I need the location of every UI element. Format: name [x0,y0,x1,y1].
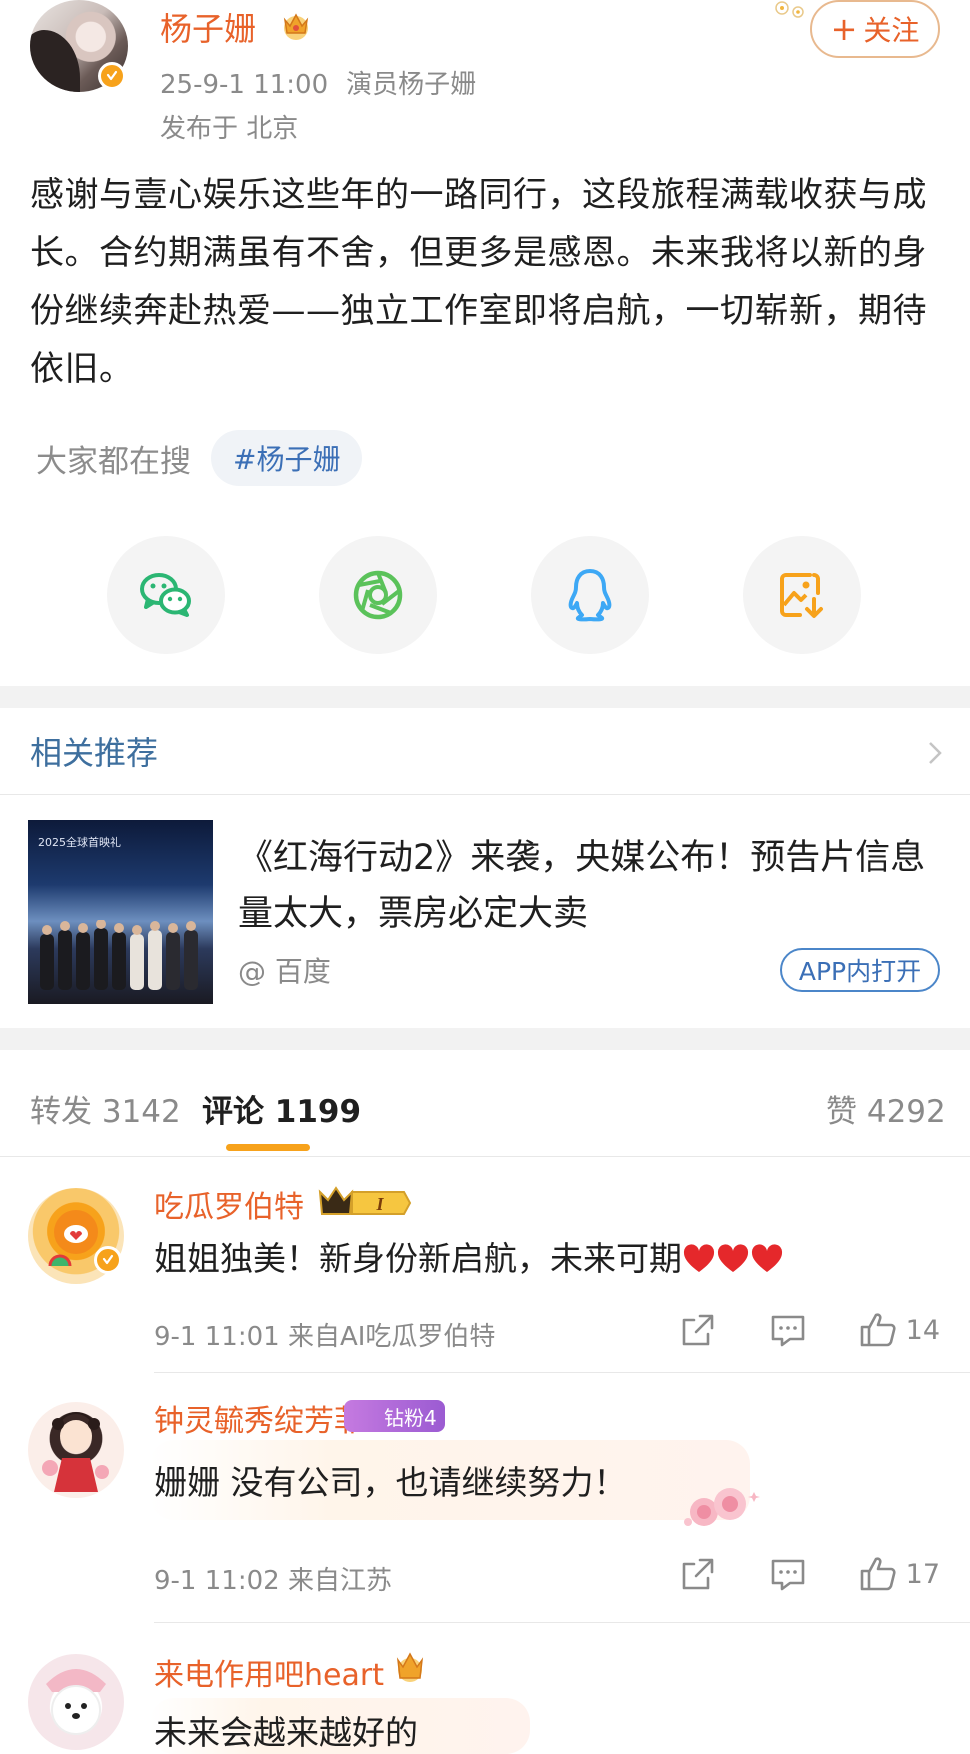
like-count: 14 [905,1314,940,1346]
author-name[interactable]: 杨子姗 [160,4,256,50]
wechat-icon [140,573,191,617]
post-text: 感谢与壹心娱乐这些年的一路同行，这段旅程满载收获与成长。合约期满虽有不舍，但更多… [30,175,927,389]
fan-level-badge: 钻粉4 [344,1400,445,1432]
share-qq-button[interactable] [531,536,649,654]
comment-text: 未来会越来越好的 [154,1713,418,1752]
share-moments-button[interactable] [319,536,437,654]
related-source: @ 百度 [238,950,331,990]
comment-text: 姐姐独美！新身份新启航，未来可期 [154,1232,784,1280]
post-date: 25-9-1 11:00 [160,70,329,100]
post-header: 杨子姗 25-9-1 11:00 演员杨子姗 发布于 北京 + 关注 [0,0,970,150]
moments-icon [353,570,403,620]
heart-emoji-icon [751,1244,783,1272]
at-icon: @ [238,955,266,988]
save-image-button[interactable] [743,536,861,654]
divider [0,794,970,795]
active-tab-indicator [226,1144,310,1151]
post-meta: 25-9-1 11:00 演员杨子姗 [160,64,476,101]
related-source-name: 百度 [274,955,331,988]
comment-time: 9-1 11:02 [154,1566,280,1596]
thumbnail-people-image [40,920,198,990]
rose-decoration-icon [684,1488,760,1526]
comment-bubble-icon [771,1315,804,1347]
reply-comment-button[interactable] [768,1554,808,1594]
tab-reposts-label: 转发 [30,1094,92,1130]
comment-actions: 17 [628,1554,940,1594]
tab-likes-count: 4292 [866,1094,946,1130]
fan-level-label: 钻粉4 [384,1405,437,1430]
section-divider [0,686,970,708]
share-arrow-icon [682,1558,713,1590]
commenter-name[interactable]: 吃瓜罗伯特 [154,1182,304,1226]
repost-comment-button[interactable] [678,1310,718,1350]
puppy-avatar-icon [46,1669,106,1735]
divider [0,1156,970,1157]
share-wechat-button[interactable] [107,536,225,654]
trending-search-row: 大家都在搜 #杨子姗 [36,430,363,486]
commenter-avatar[interactable] [28,1402,124,1498]
tab-comments-count: 1199 [274,1094,362,1130]
flower-decoration-icon [775,1,804,18]
vip-level-label: I [375,1194,384,1214]
verified-badge-icon [98,62,126,90]
comment-text-body: 姐姐独美！新身份新启航，未来可期 [154,1239,682,1278]
tab-likes[interactable]: 赞 4292 [826,1086,946,1131]
comment-item: 吃瓜罗伯特 I 姐姐独美！新身份新启航，未来可期 9-1 11:01 来自AI吃… [0,1180,970,1376]
comment-item: 来电作用吧heart 未来会越来越好的 [0,1646,970,1754]
commenter-name[interactable]: 钟灵毓秀绽芳菲 [154,1396,364,1440]
related-headline[interactable]: 《红海行动2》来袭，央媒公布！预告片信息量太大，票房必定大卖 [238,830,948,942]
open-in-app-button[interactable]: APP内打开 [780,948,940,992]
vip-crown-badge-icon: I [318,1186,412,1215]
comment-bubble-icon [771,1559,804,1591]
tab-comments[interactable]: 评论 1199 [202,1086,361,1131]
trending-search-label: 大家都在搜 [36,443,191,480]
follow-button[interactable]: + 关注 [810,0,940,58]
share-row [0,536,970,654]
reply-comment-button[interactable] [768,1310,808,1350]
related-thumbnail[interactable]: 2025全球首映礼 [28,820,213,1004]
comment-meta: 9-1 11:02 来自江苏 [154,1560,392,1597]
tab-reposts-count: 3142 [101,1094,181,1130]
thumbs-up-icon [860,1557,896,1591]
post-identity: 演员杨子姗 [346,70,477,100]
tab-comments-label: 评论 [202,1094,264,1130]
like-comment-button[interactable]: 14 [858,1310,940,1350]
thumbnail-caption: 2025全球首映礼 [38,836,121,849]
section-divider [0,1028,970,1050]
heart-emoji-icon [683,1244,715,1272]
like-count: 17 [905,1558,940,1590]
divider [154,1372,970,1373]
crown-icon [283,13,309,40]
divider [154,1622,970,1623]
chevron-right-icon[interactable] [926,740,944,766]
fan-crown-icon [396,1652,424,1682]
thumbs-up-icon [860,1313,896,1347]
comment-actions: 14 [628,1310,940,1350]
tab-reposts[interactable]: 转发 3142 [30,1086,181,1131]
commenter-name[interactable]: 来电作用吧heart [154,1650,384,1694]
follow-label: 关注 [863,14,920,47]
tab-likes-label: 赞 [826,1094,857,1130]
share-arrow-icon [682,1314,713,1346]
cartoon-girl-avatar-icon [42,1412,109,1492]
trending-search-tag[interactable]: #杨子姗 [211,430,363,486]
plus-icon: + [830,10,858,48]
like-comment-button[interactable]: 17 [858,1554,940,1594]
verified-badge-icon [94,1246,122,1274]
repost-comment-button[interactable] [678,1554,718,1594]
commenter-avatar[interactable] [28,1654,124,1750]
heart-emoji-icon [717,1244,749,1272]
comment-source: 来自AI吃瓜罗伯特 [287,1322,496,1352]
comment-source: 来自江苏 [287,1566,392,1596]
post-location: 发布于 北京 [160,114,299,144]
qq-icon [568,569,612,622]
comment-meta: 9-1 11:01 来自AI吃瓜罗伯特 [154,1316,495,1353]
comment-time: 9-1 11:01 [154,1322,280,1352]
comment-item: 钟灵毓秀绽芳菲 钻粉4 姗姗 没有公司，也请继续努力！ 9-1 11:02 来自… [0,1396,970,1626]
related-section-title: 相关推荐 [30,734,159,772]
save-image-icon [780,573,823,618]
comment-text: 姗姗 没有公司，也请继续努力！ [154,1463,627,1502]
